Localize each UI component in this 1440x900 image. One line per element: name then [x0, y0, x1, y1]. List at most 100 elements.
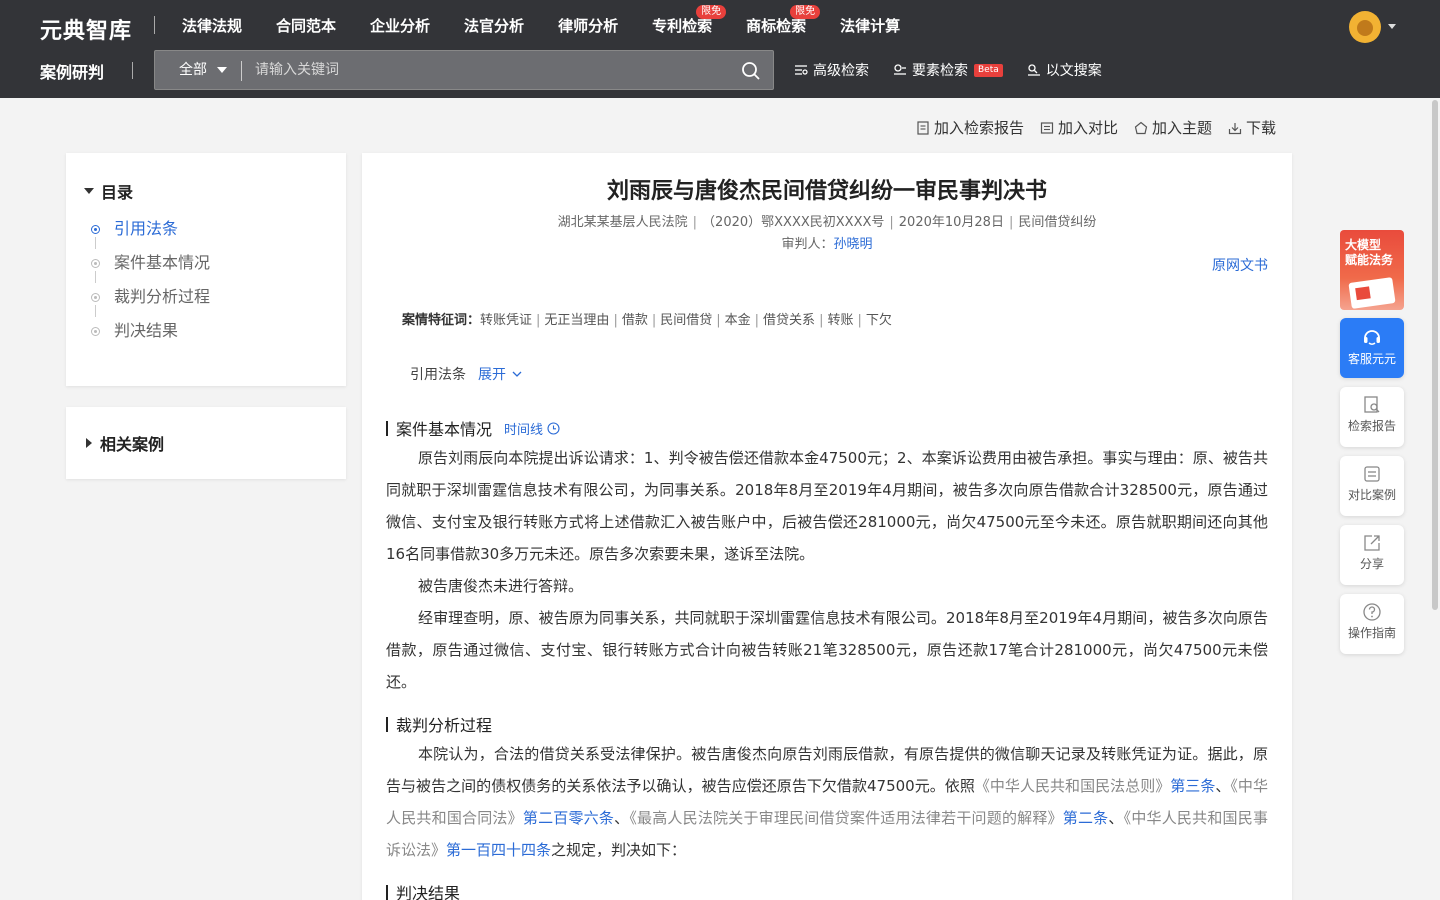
search-scope-select[interactable]: 全部: [179, 51, 207, 89]
article-link[interactable]: 第二条: [1063, 809, 1109, 827]
toc-connector: [95, 271, 96, 283]
search-by-text-link[interactable]: 以文搜案: [1027, 52, 1102, 88]
expand-cited-laws-button[interactable]: 展开: [478, 364, 522, 384]
meta-separator: |: [1008, 215, 1014, 230]
nav-item-lawyers[interactable]: 律师分析: [558, 0, 618, 52]
share-button[interactable]: 分享: [1340, 525, 1404, 585]
nav-item-enterprise[interactable]: 企业分析: [370, 0, 430, 52]
download-label: 下载: [1245, 119, 1276, 137]
advanced-search-label: 高级检索: [813, 63, 869, 79]
report-icon: [917, 120, 929, 135]
clock-icon: [547, 421, 560, 435]
element-search-link[interactable]: 要素检索 Beta: [893, 52, 1003, 88]
feature-word[interactable]: 转账凭证: [480, 313, 532, 328]
search-scope-label: 全部: [179, 62, 207, 78]
section-title: 案件基本情况: [396, 420, 493, 439]
toc-item-basic-facts[interactable]: 案件基本情况: [90, 251, 210, 285]
nav-item-patents[interactable]: 专利检索 限免: [652, 0, 727, 52]
related-cases-header[interactable]: 相关案例: [86, 431, 164, 455]
feature-word[interactable]: 借贷关系: [763, 313, 815, 328]
feature-word[interactable]: 转账: [827, 313, 853, 328]
float-label: 客服元元: [1347, 352, 1396, 366]
feature-separator: |: [613, 313, 618, 328]
element-search-icon: [894, 64, 906, 75]
caret-down-icon[interactable]: [217, 67, 227, 73]
beta-badge: Beta: [974, 63, 1003, 77]
feature-word[interactable]: 无正当理由: [544, 313, 609, 328]
section-bar: [386, 420, 388, 436]
customer-service-button[interactable]: 客服元元: [1340, 318, 1404, 378]
section-basic-facts-heading: 案件基本情况 时间线: [386, 416, 560, 440]
feature-separator: |: [716, 313, 721, 328]
search-icon[interactable]: [741, 61, 761, 81]
list-separator: 、: [614, 809, 630, 827]
judgment-document: 刘雨辰与唐俊杰民间借贷纠纷一审民事判决书 湖北某某基层人民法院 | （2020）鄂X…: [362, 153, 1292, 900]
feature-word[interactable]: 民间借贷: [660, 313, 712, 328]
float-label: 操作指南: [1347, 626, 1396, 640]
toc-list: 引用法条 案件基本情况 裁判分析过程 判决结果: [90, 217, 210, 353]
feature-word[interactable]: 本金: [725, 313, 751, 328]
free-badge: 限免: [696, 5, 727, 19]
toc-connector: [95, 305, 96, 317]
add-compare-button[interactable]: 加入对比: [1040, 117, 1118, 138]
chevron-down-icon[interactable]: [1388, 24, 1396, 29]
toc-item-result[interactable]: 判决结果: [90, 319, 210, 353]
article-link[interactable]: 第三条: [1170, 777, 1215, 795]
original-document-link[interactable]: 原网文书: [1212, 255, 1268, 275]
nav-item-contracts[interactable]: 合同范本: [276, 0, 336, 52]
search-report-button[interactable]: 检索报告: [1340, 387, 1404, 447]
toc-panel: 目录 引用法条 案件基本情况 裁判分析过程 判决结果: [66, 153, 346, 386]
article-link[interactable]: 第二百零六条: [523, 809, 614, 827]
meta-separator: |: [889, 215, 894, 230]
nav-item-trademarks[interactable]: 商标检索 限免: [746, 0, 821, 52]
section-title: 判决结果: [396, 884, 461, 900]
nav-item-judges[interactable]: 法官分析: [464, 0, 524, 52]
toc-item-analysis[interactable]: 裁判分析过程: [90, 285, 210, 319]
feature-separator: |: [651, 313, 657, 328]
headset-icon: [1364, 330, 1380, 345]
avatar[interactable]: [1349, 11, 1381, 43]
add-topic-button[interactable]: 加入主题: [1134, 117, 1212, 138]
nav-item-laws[interactable]: 法律法规: [182, 0, 242, 52]
nav-item-calculator[interactable]: 法律计算: [840, 0, 900, 52]
article-link[interactable]: 第一百四十四条: [446, 841, 551, 859]
feature-word[interactable]: 下欠: [866, 313, 892, 328]
nav-label: 律师分析: [558, 17, 619, 35]
advanced-search-link[interactable]: 高级检索: [794, 52, 869, 88]
law-reference[interactable]: 《最高人民法院关于审理民间借贷案件适用法律若干问题的解释》: [629, 809, 1062, 827]
compare-cases-button[interactable]: 对比案例: [1340, 456, 1404, 516]
search-bar-row: 案例研判 全部 高级检索 要素检索 Beta 以文搜案: [0, 50, 1440, 98]
document-actions: 加入检索报告 加入对比 加入主题 下载: [900, 117, 1276, 138]
compare-icon: [1040, 121, 1054, 134]
toc-dot-icon: [91, 327, 100, 336]
compare-icon: [1364, 466, 1380, 482]
law-reference[interactable]: 《中华人民共和国民法总则》: [975, 777, 1170, 795]
feature-separator: |: [754, 313, 760, 328]
download-button[interactable]: 下载: [1228, 117, 1276, 138]
section-bar: [386, 716, 388, 732]
timeline-button[interactable]: 时间线: [504, 419, 560, 438]
toc-dot-icon: [91, 259, 100, 268]
opinion-text: 之规定，判决如下：: [551, 841, 687, 859]
page-scrollbar[interactable]: [1432, 100, 1438, 610]
ai-legal-promo-banner[interactable]: 大模型 赋能法务: [1340, 230, 1404, 310]
cited-laws-label: 引用法条: [410, 367, 466, 383]
add-report-button[interactable]: 加入检索报告: [916, 117, 1024, 138]
search-divider: [241, 61, 242, 81]
toc-header[interactable]: 目录: [84, 179, 133, 203]
document-title: 刘雨辰与唐俊杰民间借贷纠纷一审民事判决书: [606, 179, 1047, 204]
logo[interactable]: 元典智库: [40, 13, 132, 45]
search-input[interactable]: [255, 51, 725, 89]
section-result-heading: 判决结果: [386, 880, 460, 900]
feature-separator: |: [857, 313, 862, 328]
search-box: 全部: [154, 50, 774, 90]
nav-label: 商标检索: [746, 17, 807, 35]
toc-item-cited-laws[interactable]: 引用法条: [90, 217, 210, 251]
add-topic-label: 加入主题: [1151, 119, 1212, 137]
judge-name-link[interactable]: 孙晓明: [834, 237, 873, 252]
feature-word[interactable]: 借款: [622, 313, 648, 328]
toc-dot-icon: [91, 293, 100, 302]
user-guide-button[interactable]: 操作指南: [1340, 594, 1404, 654]
feature-separator: |: [819, 313, 824, 328]
related-cases-panel: 相关案例: [66, 407, 346, 479]
